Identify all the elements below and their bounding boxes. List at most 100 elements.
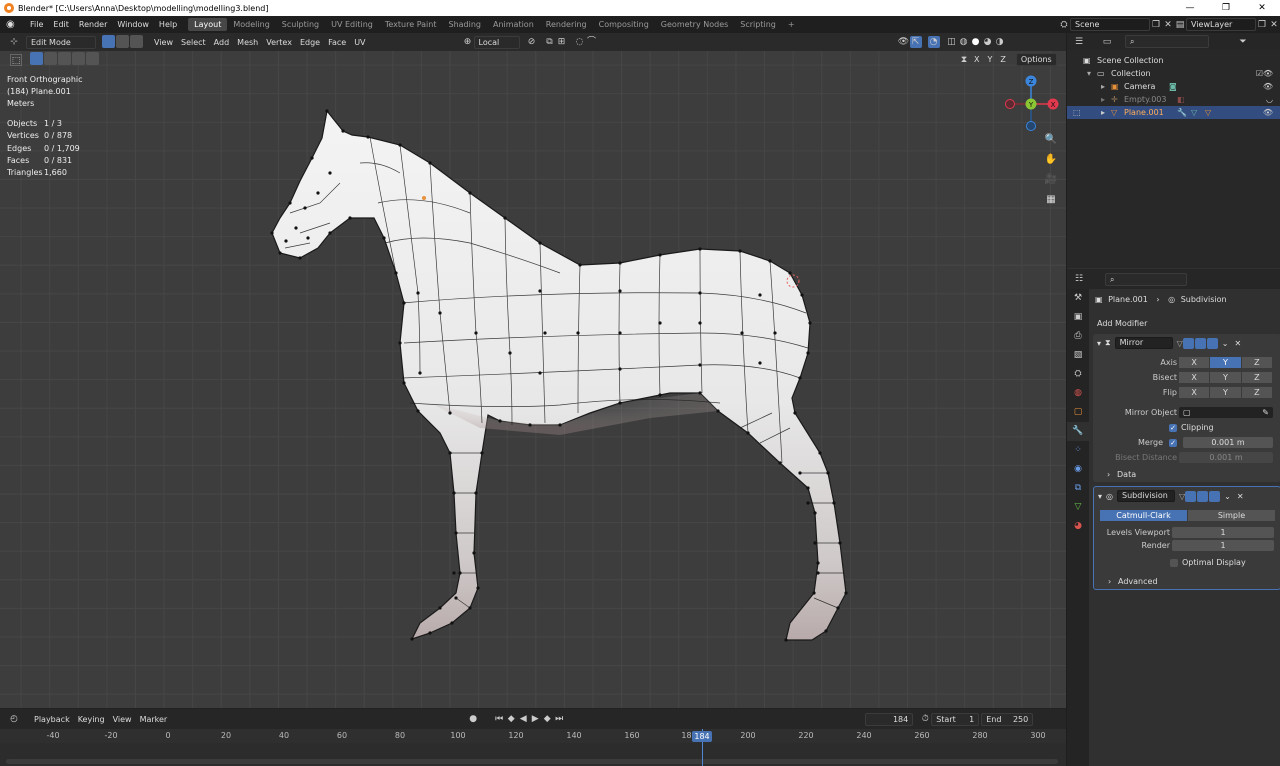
render-display-button[interactable] bbox=[1209, 490, 1221, 502]
merge-distance-field[interactable]: 0.001 m bbox=[1183, 437, 1273, 448]
extend-selection-button[interactable] bbox=[44, 52, 57, 65]
jump-start-icon[interactable]: ⏮ bbox=[493, 713, 505, 725]
menu-file[interactable]: File bbox=[25, 20, 48, 29]
subtract-selection-button[interactable] bbox=[58, 52, 71, 65]
vertex-select-button[interactable] bbox=[102, 34, 115, 48]
camera-view-icon[interactable]: 🎥 bbox=[1042, 171, 1060, 189]
menu-timeline-view[interactable]: View bbox=[109, 713, 136, 726]
tab-modeling[interactable]: Modeling bbox=[227, 18, 275, 31]
edit-mode-toggle-icon[interactable]: ▽ bbox=[1177, 339, 1183, 348]
menu-vertex[interactable]: Vertex bbox=[262, 36, 296, 49]
visibility-eye-icon[interactable]: 👁 bbox=[1263, 67, 1273, 80]
visibility-eye-icon[interactable]: 👁 bbox=[1263, 106, 1273, 119]
outliner-row-camera[interactable]: ▸ ▣ Camera ◙ 👁 bbox=[1067, 80, 1280, 93]
menu-keying[interactable]: Keying bbox=[74, 713, 109, 726]
display-mode-icon[interactable]: ▭ bbox=[1101, 36, 1113, 48]
axis-z-toggle[interactable]: Z bbox=[996, 53, 1009, 66]
tab-sculpting[interactable]: Sculpting bbox=[276, 18, 325, 31]
overlay-toggle-icon[interactable]: ◔ bbox=[927, 36, 940, 48]
menu-select[interactable]: Select bbox=[177, 36, 210, 49]
menu-help[interactable]: Help bbox=[154, 20, 182, 29]
solid-shading-icon[interactable]: ● bbox=[970, 36, 982, 48]
clock-icon[interactable]: ⏱ bbox=[919, 713, 931, 725]
object-tab-icon[interactable]: ▢ bbox=[1067, 403, 1089, 422]
grid-perspective-icon[interactable]: ▦ bbox=[1042, 191, 1060, 209]
jump-keyframe-back-icon[interactable]: ◆ bbox=[505, 713, 517, 725]
scene-tab-icon[interactable]: ⛭ bbox=[1067, 365, 1089, 384]
jump-end-icon[interactable]: ⏭ bbox=[553, 713, 565, 725]
menu-window[interactable]: Window bbox=[112, 20, 154, 29]
end-frame-field[interactable]: End 250 bbox=[981, 712, 1034, 726]
editmode-display-button[interactable] bbox=[1182, 337, 1194, 349]
render-levels-field[interactable]: 1 bbox=[1172, 540, 1274, 551]
eyedropper-icon[interactable]: ✎ bbox=[1262, 407, 1269, 418]
collapse-icon[interactable]: ▾ bbox=[1098, 492, 1102, 501]
merge-checkbox[interactable]: ✓ bbox=[1169, 436, 1177, 449]
subdivision-name-field[interactable]: Subdivision bbox=[1117, 490, 1175, 502]
menu-mesh[interactable]: Mesh bbox=[233, 36, 262, 49]
bisect-x-button[interactable]: X bbox=[1179, 372, 1210, 383]
new-view-layer-icon[interactable]: ❐ bbox=[1256, 19, 1268, 31]
playhead-frame-label[interactable]: 184 bbox=[692, 731, 712, 742]
gizmo-toggle-icon[interactable]: ⇱ bbox=[909, 36, 922, 48]
axis-z-button[interactable]: Z bbox=[1241, 357, 1272, 368]
material-tab-icon[interactable]: ◕ bbox=[1067, 517, 1089, 536]
invert-selection-button[interactable] bbox=[72, 52, 85, 65]
flip-y-button[interactable]: Y bbox=[1210, 387, 1241, 398]
mirror-object-field[interactable]: ▢ ✎ bbox=[1179, 407, 1273, 418]
menu-marker[interactable]: Marker bbox=[136, 713, 172, 726]
select-tool-icon[interactable]: ⬚ bbox=[10, 53, 22, 66]
outliner-row-collection[interactable]: ▾ ▭ Collection ☑ 👁 bbox=[1067, 67, 1280, 80]
editor-type-icon[interactable]: ⊹ bbox=[8, 36, 20, 48]
scene-field[interactable]: Scene bbox=[1070, 18, 1150, 31]
render-tab-icon[interactable]: ▣ bbox=[1067, 308, 1089, 327]
tab-texture-paint[interactable]: Texture Paint bbox=[379, 18, 443, 31]
snap-icon[interactable]: ⧉ bbox=[544, 36, 556, 48]
xray-icon[interactable]: ◫ bbox=[946, 36, 958, 48]
rendered-shading-icon[interactable]: ◑ bbox=[994, 36, 1006, 48]
add-modifier-button[interactable]: Add Modifier bbox=[1097, 319, 1147, 328]
tab-compositing[interactable]: Compositing bbox=[593, 18, 655, 31]
remove-modifier-icon[interactable]: ✕ bbox=[1237, 492, 1244, 501]
edit-mode-icon[interactable]: ⬚ bbox=[1073, 106, 1081, 119]
editmode-display-button[interactable] bbox=[1185, 490, 1197, 502]
horse-mesh[interactable] bbox=[0, 33, 1066, 708]
mirror-name-field[interactable]: Mirror bbox=[1114, 337, 1173, 349]
data-tab-icon[interactable]: ▽ bbox=[1067, 498, 1089, 517]
view-layer-tab-icon[interactable]: ▧ bbox=[1067, 346, 1089, 365]
tab-geometry-nodes[interactable]: Geometry Nodes bbox=[655, 18, 734, 31]
axis-x-toggle[interactable]: X bbox=[970, 53, 983, 66]
record-icon[interactable]: ● bbox=[467, 713, 479, 725]
outliner-row-empty[interactable]: ▸ ✛ Empty.003 ◧ ◡ bbox=[1067, 93, 1280, 106]
face-select-button[interactable] bbox=[130, 34, 143, 48]
axis-x-button[interactable]: X bbox=[1179, 357, 1210, 368]
view-layer-field[interactable]: ViewLayer bbox=[1186, 18, 1256, 31]
wireframe-shading-icon[interactable]: ◍ bbox=[958, 36, 970, 48]
close-window-button[interactable]: ✕ bbox=[1244, 0, 1280, 16]
dropdown-icon[interactable]: ⌄ bbox=[1222, 339, 1229, 348]
maximize-button[interactable]: ❐ bbox=[1208, 0, 1244, 16]
snap-target-icon[interactable]: ⊞ bbox=[556, 36, 568, 48]
bisect-z-button[interactable]: Z bbox=[1241, 372, 1272, 383]
navigation-gizmo[interactable]: Z X Y bbox=[1000, 73, 1062, 135]
advanced-subpanel[interactable]: › Advanced bbox=[1094, 575, 1280, 588]
output-tab-icon[interactable]: ⎙ bbox=[1067, 327, 1089, 346]
zoom-icon[interactable]: 🔍 bbox=[1042, 131, 1060, 149]
pivot-point-icon[interactable]: ⊘ bbox=[526, 36, 538, 48]
axis-y-button[interactable]: Y bbox=[1210, 357, 1241, 368]
viewport-display-button[interactable] bbox=[1194, 337, 1206, 349]
constraints-tab-icon[interactable]: ⧉ bbox=[1067, 479, 1089, 498]
edge-select-button[interactable] bbox=[116, 34, 129, 48]
timeline-ruler[interactable]: -40 -20 0 20 40 60 80 100 120 140 160 18… bbox=[0, 729, 1066, 743]
outliner-editor-icon[interactable]: ☰ bbox=[1073, 36, 1085, 48]
play-icon[interactable]: ▶ bbox=[529, 713, 541, 725]
add-workspace-button[interactable]: + bbox=[782, 18, 801, 31]
menu-edge[interactable]: Edge bbox=[296, 36, 324, 49]
expand-icon[interactable]: ▸ bbox=[1101, 93, 1105, 106]
remove-modifier-icon[interactable]: ✕ bbox=[1235, 339, 1242, 348]
minimize-button[interactable]: — bbox=[1172, 0, 1208, 16]
viewport-display-button[interactable] bbox=[1197, 490, 1209, 502]
expand-icon[interactable]: › bbox=[1108, 575, 1111, 588]
play-reverse-icon[interactable]: ◀ bbox=[517, 713, 529, 725]
visibility-eye-icon[interactable]: 👁 bbox=[1263, 80, 1273, 93]
